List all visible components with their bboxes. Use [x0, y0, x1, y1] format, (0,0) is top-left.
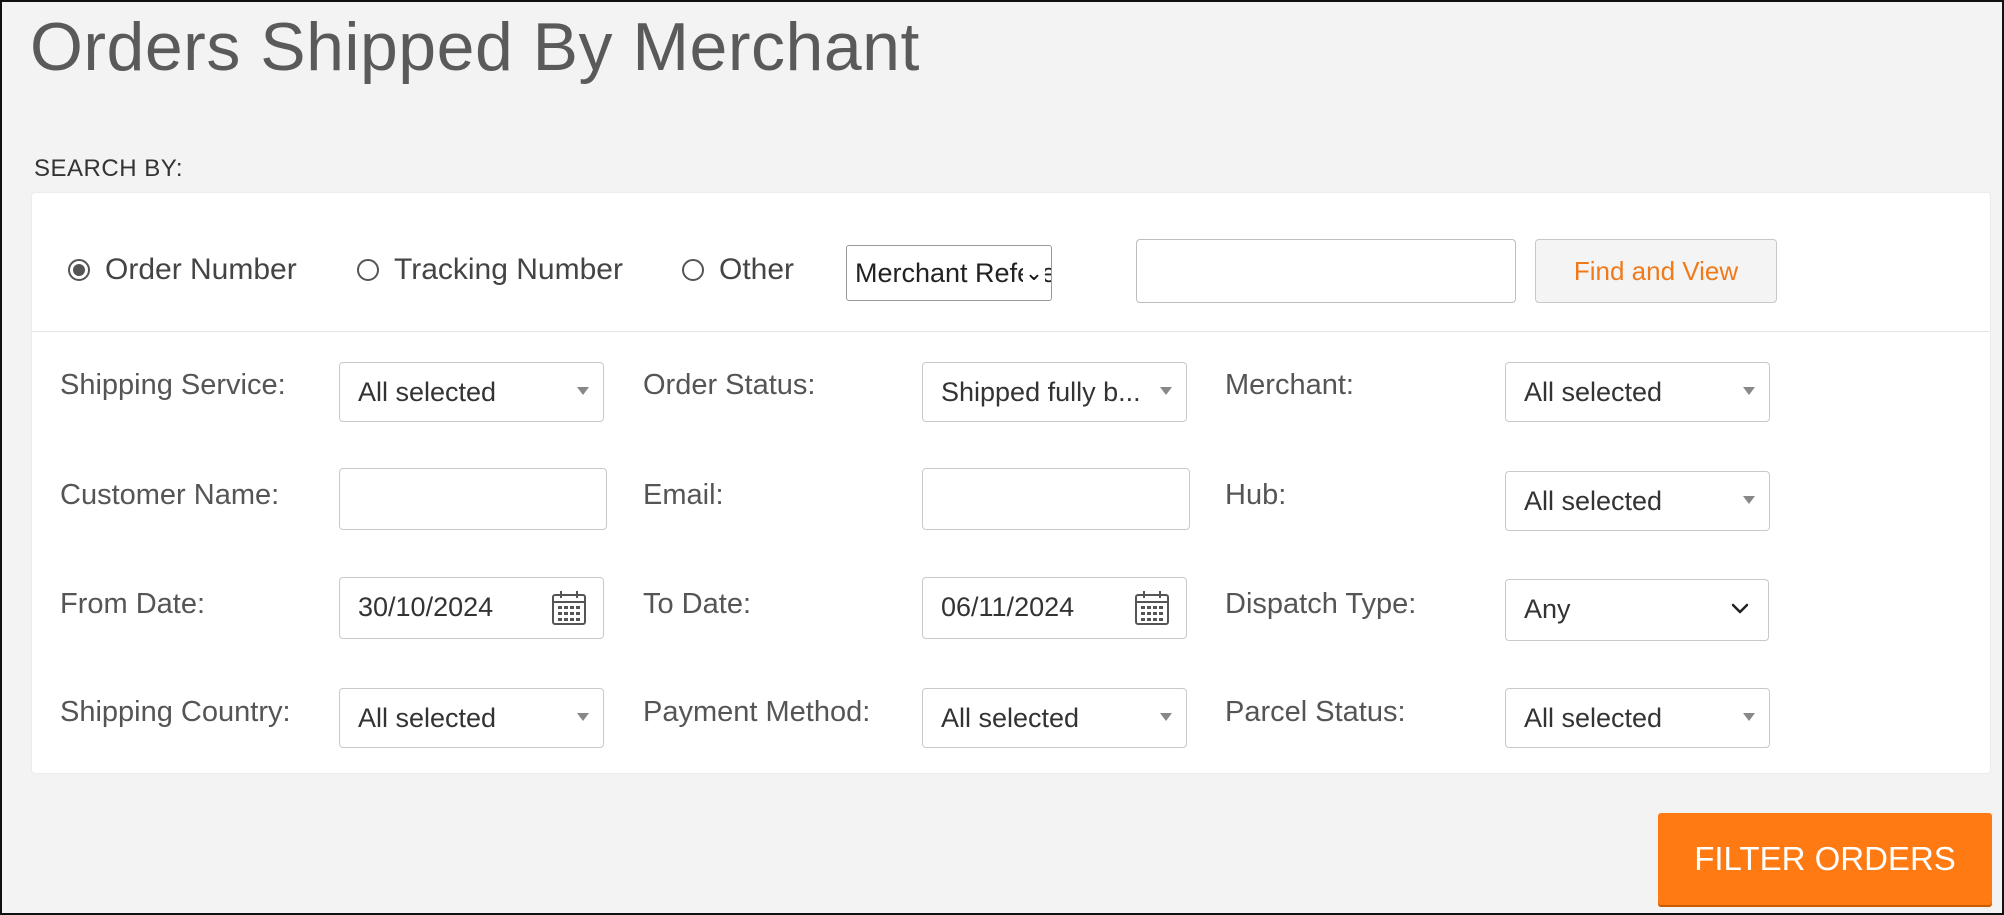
- parcel-status-dropdown[interactable]: All selected: [1505, 688, 1770, 748]
- merchant-dropdown[interactable]: All selected: [1505, 362, 1770, 422]
- chevron-down-icon: ⌄: [1023, 246, 1045, 300]
- customer-name-input[interactable]: [339, 468, 607, 530]
- to-date-input[interactable]: 06/11/2024: [922, 577, 1187, 639]
- dropdown-arrow-icon: [1160, 387, 1172, 395]
- to-date-label: To Date:: [643, 588, 751, 620]
- parcel-status-value: All selected: [1524, 703, 1663, 733]
- dropdown-arrow-icon: [1743, 713, 1755, 721]
- radio-label-tracking-number: Tracking Number: [394, 253, 623, 286]
- email-label: Email:: [643, 479, 724, 511]
- from-date-value: 30/10/2024: [358, 592, 494, 622]
- radio-button[interactable]: [682, 259, 704, 281]
- dispatch-type-value: Any: [1524, 594, 1571, 624]
- reference-type-select[interactable]: Merchant Refere ⌄: [846, 245, 1052, 301]
- payment-method-dropdown[interactable]: All selected: [922, 688, 1187, 748]
- page-frame: Orders Shipped By Merchant SEARCH BY: Or…: [0, 0, 2004, 915]
- dropdown-arrow-icon: [577, 713, 589, 721]
- radio-label-order-number: Order Number: [105, 253, 297, 286]
- shipping-service-label: Shipping Service:: [60, 369, 286, 401]
- order-status-label: Order Status:: [643, 369, 816, 401]
- email-input[interactable]: [922, 468, 1190, 530]
- dropdown-arrow-icon: [1743, 387, 1755, 395]
- merchant-value: All selected: [1524, 377, 1663, 407]
- radio-button[interactable]: [357, 259, 379, 281]
- find-and-view-button[interactable]: Find and View: [1535, 239, 1777, 303]
- calendar-icon[interactable]: [1134, 590, 1170, 626]
- radio-other[interactable]: Other: [682, 253, 794, 287]
- parcel-status-label: Parcel Status:: [1225, 696, 1406, 728]
- panel-divider: [32, 331, 1990, 332]
- shipping-service-dropdown[interactable]: All selected: [339, 362, 604, 422]
- radio-order-number[interactable]: Order Number: [68, 253, 297, 287]
- search-by-heading: SEARCH BY:: [34, 155, 184, 182]
- shipping-service-value: All selected: [358, 377, 497, 407]
- dispatch-type-label: Dispatch Type:: [1225, 588, 1417, 620]
- payment-method-value: All selected: [941, 703, 1080, 733]
- from-date-label: From Date:: [60, 588, 206, 620]
- hub-value: All selected: [1524, 486, 1663, 516]
- from-date-input[interactable]: 30/10/2024: [339, 577, 604, 639]
- search-input[interactable]: [1136, 239, 1516, 303]
- filter-orders-button[interactable]: FILTER ORDERS: [1658, 813, 1992, 905]
- merchant-label: Merchant:: [1225, 369, 1354, 401]
- hub-label: Hub:: [1225, 479, 1287, 511]
- dispatch-type-select[interactable]: Any: [1505, 579, 1769, 641]
- page-title: Orders Shipped By Merchant: [30, 9, 920, 85]
- shipping-country-label: Shipping Country:: [60, 696, 291, 728]
- hub-dropdown[interactable]: All selected: [1505, 471, 1770, 531]
- dropdown-arrow-icon: [577, 387, 589, 395]
- shipping-country-value: All selected: [358, 703, 497, 733]
- dropdown-arrow-icon: [1160, 713, 1172, 721]
- radio-button-checked[interactable]: [68, 259, 90, 281]
- order-status-dropdown[interactable]: Shipped fully b...: [922, 362, 1187, 422]
- customer-name-label: Customer Name:: [60, 479, 280, 511]
- order-status-value: Shipped fully b...: [941, 377, 1141, 407]
- dropdown-arrow-icon: [1743, 496, 1755, 504]
- calendar-icon[interactable]: [551, 590, 587, 626]
- radio-label-other: Other: [719, 253, 795, 286]
- shipping-country-dropdown[interactable]: All selected: [339, 688, 604, 748]
- chevron-down-icon: [1731, 603, 1749, 614]
- filter-panel: Order Number Tracking Number Other Merch…: [31, 192, 1991, 774]
- to-date-value: 06/11/2024: [941, 592, 1075, 622]
- radio-tracking-number[interactable]: Tracking Number: [357, 253, 623, 287]
- payment-method-label: Payment Method:: [643, 696, 871, 728]
